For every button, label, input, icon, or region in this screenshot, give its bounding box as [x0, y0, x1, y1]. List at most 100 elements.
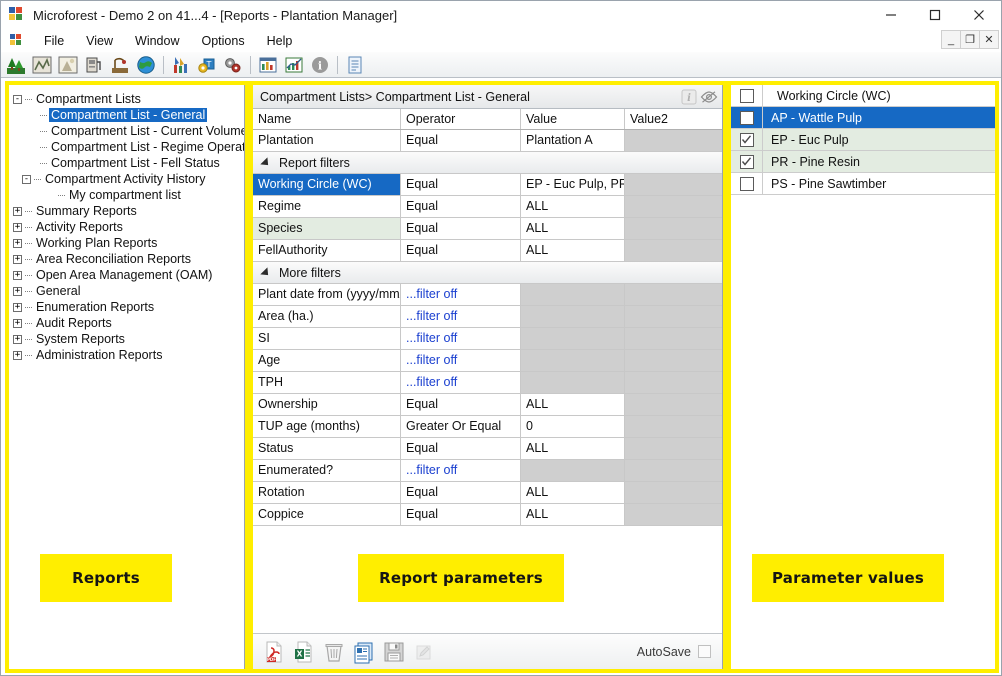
list-item[interactable]: PR - Pine Resin — [731, 151, 995, 173]
cell-parameter-name[interactable]: Status — [253, 438, 401, 459]
cell-value2[interactable] — [625, 460, 723, 481]
cell-operator[interactable]: Equal — [401, 482, 521, 503]
column-header-value[interactable]: Value — [521, 109, 625, 129]
bar-chart-icon[interactable] — [257, 54, 279, 76]
cell-value2[interactable] — [625, 196, 723, 217]
values-header-row[interactable]: Working Circle (WC) — [731, 85, 995, 107]
report-preview-icon[interactable] — [349, 638, 379, 666]
checkbox-cell[interactable] — [731, 85, 763, 106]
checkbox-cell[interactable] — [731, 151, 763, 172]
item-checkbox[interactable] — [739, 110, 754, 125]
cell-operator[interactable]: Equal — [401, 394, 521, 415]
grid-group-header[interactable]: Report filters — [253, 152, 723, 174]
cell-value2[interactable] — [625, 130, 723, 151]
table-row[interactable]: Species Equal ALL — [253, 218, 723, 240]
cell-parameter-name[interactable]: SI — [253, 328, 401, 349]
cell-value2[interactable] — [625, 504, 723, 525]
cell-parameter-name[interactable]: Working Circle (WC) — [253, 174, 401, 195]
tree-item-area-reconciliation-reports[interactable]: + Area Reconciliation Reports — [13, 251, 245, 267]
cell-value2[interactable] — [625, 174, 723, 195]
globe-icon[interactable] — [135, 54, 157, 76]
cell-parameter-name[interactable]: Coppice — [253, 504, 401, 525]
cell-parameter-name[interactable]: Plantation — [253, 130, 401, 151]
table-row[interactable]: Status Equal ALL — [253, 438, 723, 460]
collapse-triangle-icon[interactable] — [260, 156, 272, 169]
mdi-restore-button[interactable]: ❐ — [960, 30, 980, 49]
cell-parameter-name[interactable]: TPH — [253, 372, 401, 393]
cell-parameter-name[interactable]: Age — [253, 350, 401, 371]
list-item[interactable]: PS - Pine Sawtimber — [731, 173, 995, 195]
item-checkbox[interactable] — [739, 132, 754, 147]
tree-item-compartment-activity-history[interactable]: - Compartment Activity History — [13, 171, 245, 187]
tree-item-compartment-list-regime-operations[interactable]: Compartment List - Regime Operations — [13, 139, 245, 155]
expand-icon[interactable]: + — [13, 206, 22, 216]
cell-parameter-name[interactable]: Plant date from (yyyy/mm/dd) — [253, 284, 401, 305]
cell-value[interactable] — [521, 372, 625, 393]
expand-icon[interactable]: + — [13, 350, 22, 360]
select-all-checkbox[interactable] — [739, 88, 754, 103]
cell-operator[interactable]: Equal — [401, 174, 521, 195]
cell-value[interactable] — [521, 284, 625, 305]
table-row[interactable]: Area (ha.) ...filter off — [253, 306, 723, 328]
splitter-right[interactable] — [722, 85, 732, 669]
cell-value[interactable] — [521, 328, 625, 349]
tree-item-audit-reports[interactable]: + Audit Reports — [13, 315, 245, 331]
table-row[interactable]: Ownership Equal ALL — [253, 394, 723, 416]
tree-item-activity-reports[interactable]: + Activity Reports — [13, 219, 245, 235]
harvest-icon[interactable] — [109, 54, 131, 76]
menu-item-options[interactable]: Options — [191, 32, 256, 50]
tree-item-compartment-list-fell-status[interactable]: Compartment List - Fell Status — [13, 155, 245, 171]
cell-operator[interactable]: Equal — [401, 218, 521, 239]
expand-icon[interactable]: + — [13, 286, 22, 296]
column-header-name[interactable]: Name — [253, 109, 401, 129]
tools-icon[interactable] — [170, 54, 192, 76]
parameter-values-list[interactable]: Working Circle (WC) AP - Wattle Pulp EP - … — [731, 85, 995, 195]
expand-icon[interactable]: + — [13, 302, 22, 312]
cell-value[interactable]: EP - Euc Pulp, PR... — [521, 174, 625, 195]
cell-operator[interactable]: Greater Or Equal — [401, 416, 521, 437]
collapse-triangle-icon[interactable] — [260, 266, 272, 279]
cell-operator[interactable]: ...filter off — [401, 284, 521, 305]
table-row[interactable]: Age ...filter off — [253, 350, 723, 372]
cell-value2[interactable] — [625, 218, 723, 239]
fuel-station-icon[interactable] — [83, 54, 105, 76]
mdi-close-button[interactable]: ✕ — [979, 30, 999, 49]
export-excel-icon[interactable]: X — [289, 638, 319, 666]
export-pdf-icon[interactable]: PDF — [259, 638, 289, 666]
cell-value2[interactable] — [625, 482, 723, 503]
settings-gear-icon[interactable]: T — [196, 54, 218, 76]
line-chart-icon[interactable] — [283, 54, 305, 76]
cell-value[interactable]: Plantation A — [521, 130, 625, 151]
expand-icon[interactable]: + — [13, 318, 22, 328]
close-button[interactable] — [957, 1, 1001, 29]
expand-icon[interactable]: + — [13, 270, 22, 280]
delete-trash-icon[interactable] — [319, 638, 349, 666]
tree-item-working-plan-reports[interactable]: + Working Plan Reports — [13, 235, 245, 251]
collapse-icon[interactable]: - — [22, 174, 31, 184]
cell-value[interactable]: ALL — [521, 438, 625, 459]
cell-value2[interactable] — [625, 306, 723, 327]
tree-item-general[interactable]: + General — [13, 283, 245, 299]
cell-value2[interactable] — [625, 284, 723, 305]
menu-item-window[interactable]: Window — [124, 32, 190, 50]
mdi-minimize-button[interactable]: _ — [941, 30, 961, 49]
cell-value2[interactable] — [625, 240, 723, 261]
tree-item-compartment-list-current-volumes[interactable]: Compartment List - Current Volumes — [13, 123, 245, 139]
grid-group-header[interactable]: More filters — [253, 262, 723, 284]
cell-operator[interactable]: Equal — [401, 504, 521, 525]
cell-parameter-name[interactable]: Ownership — [253, 394, 401, 415]
cell-value[interactable]: ALL — [521, 196, 625, 217]
save-icon[interactable] — [379, 638, 409, 666]
cell-value2[interactable] — [625, 328, 723, 349]
table-row[interactable]: Plant date from (yyyy/mm/dd)...filter of… — [253, 284, 723, 306]
cell-parameter-name[interactable]: Area (ha.) — [253, 306, 401, 327]
cell-value[interactable] — [521, 350, 625, 371]
cell-operator[interactable]: Equal — [401, 130, 521, 151]
info-icon[interactable]: i — [309, 54, 331, 76]
checkbox-cell[interactable] — [731, 107, 763, 128]
item-checkbox[interactable] — [739, 176, 754, 191]
maximize-button[interactable] — [913, 1, 957, 29]
list-item[interactable]: AP - Wattle Pulp — [731, 107, 995, 129]
expand-icon[interactable]: + — [13, 254, 22, 264]
cell-value[interactable] — [521, 306, 625, 327]
